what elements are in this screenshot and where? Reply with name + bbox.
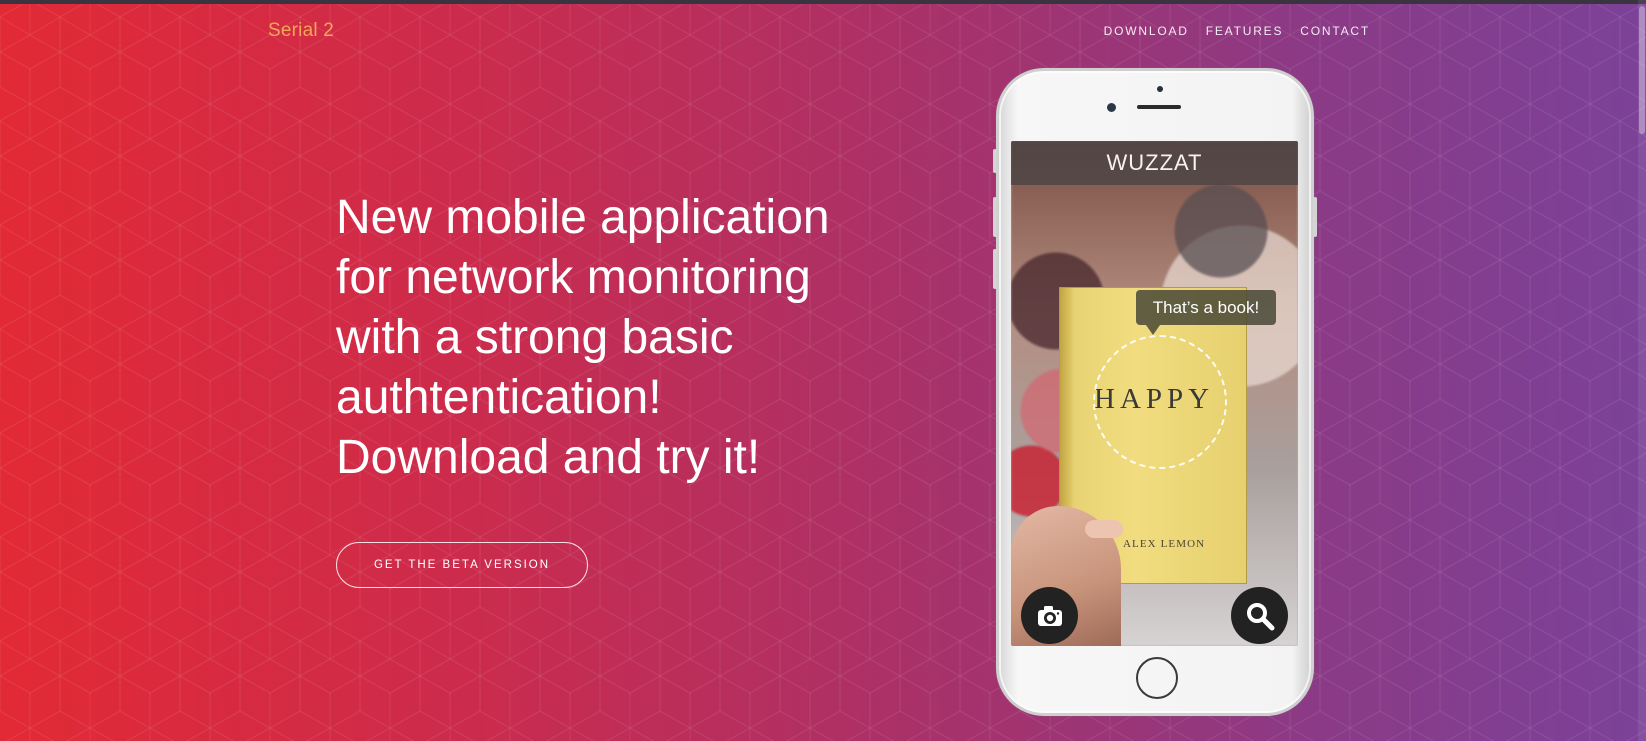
focus-circle — [1093, 335, 1227, 469]
camera-icon — [1038, 606, 1062, 626]
scrollbar-thumb[interactable] — [1639, 6, 1645, 134]
book-author: ALEX LEMON — [1123, 538, 1206, 550]
phone-power-button — [1313, 197, 1317, 237]
headline-line-4: authtentication! — [336, 371, 662, 424]
nav-download[interactable]: DOWNLOAD — [1104, 24, 1189, 38]
phone-side-button-3 — [993, 249, 997, 289]
thumb-image — [1085, 520, 1123, 538]
nav-features[interactable]: FEATURES — [1206, 24, 1284, 38]
top-navigation: DOWNLOAD FEATURES CONTACT — [1104, 24, 1370, 38]
search-icon — [1247, 603, 1275, 631]
phone-screen: WUZZAT HAPPY ALEX LEMON That’s a book! — [1011, 141, 1298, 646]
nav-contact[interactable]: CONTACT — [1300, 24, 1370, 38]
beta-version-button[interactable]: GET THE BETA VERSION — [336, 542, 588, 588]
top-edge — [0, 0, 1646, 4]
app-title: WUZZAT — [1011, 141, 1298, 185]
phone-mockup: WUZZAT HAPPY ALEX LEMON That’s a book! — [993, 68, 1317, 716]
brand-link[interactable]: Serial 2 — [268, 20, 334, 42]
search-button[interactable] — [1231, 587, 1288, 644]
headline-line-5: Download and try it! — [336, 431, 761, 484]
hero-section: Serial 2 DOWNLOAD FEATURES CONTACT New m… — [0, 0, 1646, 741]
phone-side-button-1 — [993, 149, 997, 173]
vertical-scrollbar[interactable] — [1638, 0, 1646, 741]
headline-line-2: for network monitoring — [336, 251, 811, 304]
home-button — [1136, 657, 1178, 699]
camera-button[interactable] — [1021, 587, 1078, 644]
phone-side-button-2 — [993, 197, 997, 237]
phone-speaker — [1137, 105, 1181, 109]
front-sensor — [1157, 86, 1163, 92]
hero-headline: New mobile application for network monit… — [336, 188, 896, 488]
recognition-bubble: That’s a book! — [1136, 290, 1276, 335]
front-camera — [1107, 103, 1116, 112]
headline-line-1: New mobile application — [336, 191, 830, 244]
headline-line-3: with a strong basic — [336, 311, 734, 364]
